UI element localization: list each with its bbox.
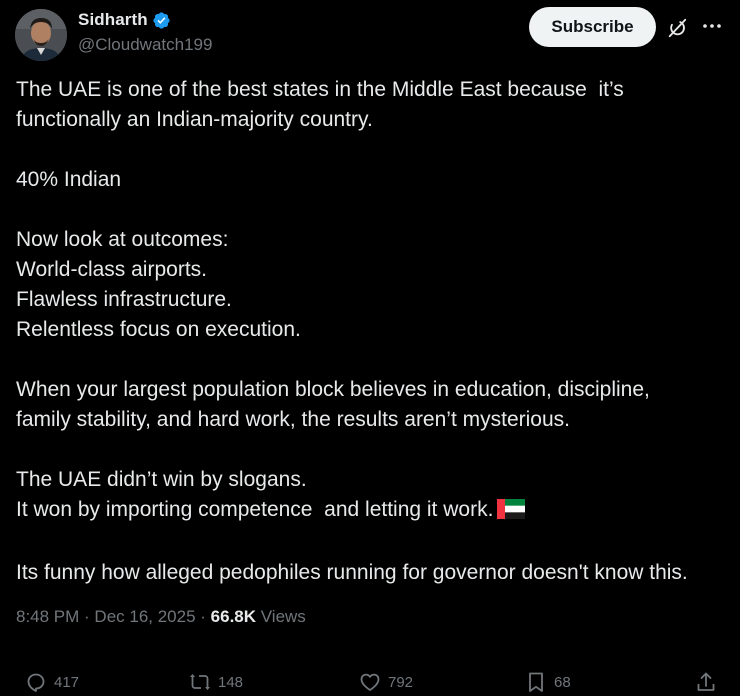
- tweet-meta: 8:48 PM · Dec 16, 2025 · 66.8K Views: [16, 607, 306, 627]
- tweet-paragraph: 40% Indian: [16, 165, 728, 195]
- subscribe-button[interactable]: Subscribe: [529, 7, 656, 47]
- tweet-line: Its funny how alleged pedophiles running…: [16, 561, 688, 584]
- tweet-line: The UAE didn’t win by slogans.: [16, 468, 307, 491]
- tweet-line: Relentless focus on execution.: [16, 318, 301, 341]
- tweet-line: family stability, and hard work, the res…: [16, 408, 570, 431]
- reply-button[interactable]: 417: [24, 670, 79, 694]
- tweet-paragraph: When your largest population block belie…: [16, 375, 728, 435]
- tweet-line: When your largest population block belie…: [16, 378, 650, 401]
- views-label: Views: [256, 607, 306, 626]
- tweet-date[interactable]: Dec 16, 2025: [94, 607, 195, 626]
- author-display-name[interactable]: Sidharth: [78, 10, 148, 30]
- action-bar: 417 148 792 68: [0, 666, 740, 696]
- reply-count: 417: [54, 673, 80, 691]
- like-count: 792: [388, 673, 414, 691]
- tweet-line: The UAE is one of the best states in the…: [16, 78, 624, 101]
- verified-badge-icon[interactable]: [152, 11, 171, 30]
- bookmark-icon: [529, 672, 543, 692]
- tweet-paragraph: Now look at outcomes: World-class airpor…: [16, 225, 728, 345]
- tweet-paragraph: The UAE is one of the best states in the…: [16, 75, 728, 135]
- meta-separator: ·: [195, 607, 211, 626]
- views-count[interactable]: 66.8K: [211, 607, 256, 626]
- tweet-paragraph: Its funny how alleged pedophiles running…: [16, 558, 728, 588]
- tweet-line: 40% Indian: [16, 168, 122, 191]
- tweet-time[interactable]: 8:48 PM: [16, 607, 79, 626]
- avatar[interactable]: [15, 9, 67, 61]
- tweet-paragraph: The UAE didn’t win by slogans. It won by…: [16, 465, 728, 528]
- grok-icon[interactable]: [666, 17, 688, 39]
- tweet-line: Flawless infrastructure.: [16, 288, 232, 311]
- repost-button[interactable]: 148: [188, 670, 243, 694]
- heart-icon: [360, 673, 380, 691]
- more-icon[interactable]: [700, 14, 724, 38]
- bookmark-button[interactable]: 68: [524, 670, 571, 694]
- repost-icon: [190, 674, 210, 690]
- bookmark-count: 68: [554, 673, 571, 691]
- tweet-line-text: It won by importing competence and letti…: [16, 498, 494, 521]
- reply-icon: [27, 673, 45, 692]
- share-button[interactable]: [694, 670, 718, 694]
- author-handle[interactable]: @Cloudwatch199: [78, 35, 212, 55]
- tweet-line: World-class airports.: [16, 258, 207, 281]
- tweet-line: functionally an Indian-majority country.: [16, 108, 373, 131]
- meta-separator: ·: [79, 607, 95, 626]
- tweet-line: Now look at outcomes:: [16, 228, 229, 251]
- share-icon: [697, 672, 715, 691]
- tweet-text: The UAE is one of the best states in the…: [16, 75, 728, 618]
- repost-count: 148: [218, 673, 244, 691]
- like-button[interactable]: 792: [358, 670, 413, 694]
- tweet-line-with-flag: It won by importing competence and letti…: [16, 495, 728, 528]
- uae-flag-icon: [497, 498, 526, 528]
